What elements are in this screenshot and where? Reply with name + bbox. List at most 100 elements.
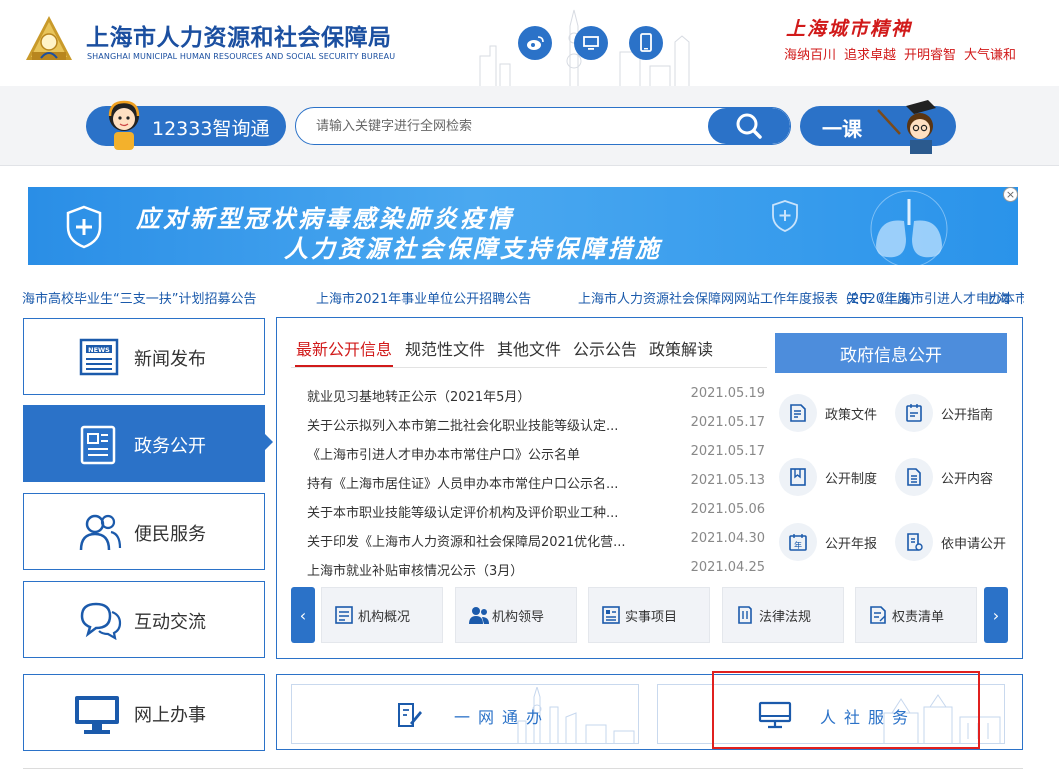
news-date: 2021.05.13	[690, 473, 765, 488]
apply-icon	[907, 533, 923, 551]
news-date: 2021.04.30	[690, 531, 765, 546]
gov-icon-wrap	[895, 458, 933, 496]
weibo-icon	[527, 36, 544, 50]
quick-link-leaders[interactable]: 机构领导	[455, 587, 577, 643]
search-button[interactable]	[708, 108, 790, 144]
gov-icon-wrap	[895, 394, 933, 432]
bureau-logo-icon[interactable]	[22, 14, 76, 68]
news-title[interactable]: 关于印发《上海市人力资源和社会保障局2021优化营...	[307, 531, 657, 550]
news-title[interactable]: 《上海市引进人才申办本市常住户口》公示名单	[307, 444, 657, 463]
covid-banner[interactable]: 应对新型冠状病毒感染肺炎疫情 人力资源社会保障支持保障措施	[28, 187, 1018, 265]
gov-info-disclosure-button[interactable]: 政府信息公开	[775, 333, 1007, 373]
desktop-button[interactable]	[574, 26, 608, 60]
service-label: 一网通办	[454, 708, 551, 727]
quick-link-label: 法律法规	[759, 610, 812, 625]
lungs-icon	[870, 190, 948, 265]
gov-icon-wrap	[779, 394, 817, 432]
gov-icon-wrap	[895, 523, 933, 561]
gov-item-label: 公开指南	[941, 408, 994, 423]
news-title[interactable]: 持有《上海市居住证》人员申办本市常住户口公示名...	[307, 473, 657, 492]
quick-link-org-overview[interactable]: 机构概况	[321, 587, 443, 643]
carousel-prev-button[interactable]: ‹	[291, 587, 315, 643]
nav-item-news[interactable]: NEWS 新闻发布	[23, 318, 265, 395]
news-date: 2021.04.25	[690, 560, 765, 575]
search-band: 12333智询通 一课	[0, 86, 1059, 166]
gov-item-label: 公开年报	[825, 537, 878, 552]
monitor-icon	[75, 696, 119, 734]
gov-icon-wrap	[779, 458, 817, 496]
assistant-mascot-icon	[108, 100, 140, 150]
nav-label: 网上办事	[134, 705, 206, 726]
content-icon	[907, 468, 921, 486]
site-title[interactable]: 上海市人力资源和社会保障局	[86, 18, 392, 52]
search-box	[295, 107, 791, 145]
tab-other-docs[interactable]: 其他文件	[497, 336, 561, 360]
nav-item-online-service[interactable]: 网上办事	[23, 674, 265, 751]
carousel-next-button[interactable]: ›	[984, 587, 1008, 643]
ticker-item[interactable]: 海市高校毕业生“三支一扶”计划招募公告	[22, 288, 256, 307]
banner-subheadline: 人力资源社会保障支持保障措施	[284, 235, 662, 263]
nav-item-interaction[interactable]: 互动交流	[23, 581, 265, 658]
shield-icon	[66, 205, 102, 249]
city-spirit-list: 海纳百川 追求卓越 开明睿智 大气谦和	[784, 44, 1016, 63]
teacher-mascot-icon	[877, 100, 936, 154]
site-title-en: SHANGHAI MUNICIPAL HUMAN RESOURCES AND S…	[87, 52, 396, 61]
gov-item-label: 依申请公开	[941, 537, 1007, 552]
news-date: 2021.05.17	[690, 444, 765, 459]
quick-link-responsibility-list[interactable]: 权责清单	[855, 587, 977, 643]
news-row[interactable]: 就业见习基地转正公示（2021年5月） 2021.05.19	[307, 386, 767, 408]
news-row[interactable]: 关于公示拟列入本市第二批社会化职业技能等级认定... 2021.05.17	[307, 415, 767, 437]
news-title[interactable]: 上海市就业补贴审核情况公示（3月）	[307, 560, 657, 579]
quick-link-projects[interactable]: 实事项目	[588, 587, 710, 643]
news-title[interactable]: 关于公示拟列入本市第二批社会化职业技能等级认定...	[307, 415, 657, 434]
ticker-item[interactable]: 上海	[984, 288, 1010, 307]
weibo-button[interactable]	[518, 26, 552, 60]
nav-label: 便民服务	[134, 524, 206, 545]
gov-item-apply-disclosure[interactable]: 依申请公开	[895, 523, 1007, 563]
service-one-network[interactable]: 一网通办	[291, 684, 639, 744]
banner-close-button[interactable]: ×	[1003, 187, 1018, 202]
ticker-item[interactable]: 上海市2021年事业单位公开招聘公告	[316, 288, 531, 307]
next-section-edge	[23, 768, 1023, 774]
tab-notices[interactable]: 公示公告	[573, 336, 637, 360]
info-panel: 最新公开信息 规范性文件 其他文件 公示公告 政策解读 就业见习基地转正公示（2…	[276, 317, 1023, 659]
nav-item-government-affairs[interactable]: 政务公开	[23, 405, 265, 482]
news-row[interactable]: 关于印发《上海市人力资源和社会保障局2021优化营... 2021.04.30	[307, 531, 767, 553]
mobile-button[interactable]	[629, 26, 663, 60]
gov-item-label: 公开内容	[941, 472, 994, 487]
news-row[interactable]: 《上海市引进人才申办本市常住户口》公示名单 2021.05.17	[307, 444, 767, 466]
svg-text:NEWS: NEWS	[88, 346, 110, 354]
course-label: 一课	[822, 117, 862, 141]
city-spirit-item: 大气谦和	[964, 48, 1017, 63]
tab-policy-interpretation[interactable]: 政策解读	[649, 336, 713, 360]
news-title[interactable]: 关于本市职业技能等级认定评价机构及评价职业工种...	[307, 502, 657, 521]
gov-item-content[interactable]: 公开内容	[895, 458, 1007, 498]
desktop-icon	[583, 36, 599, 50]
mobile-icon	[640, 33, 652, 52]
news-row[interactable]: 持有《上海市居住证》人员申办本市常住户口公示名... 2021.05.13	[307, 473, 767, 495]
nav-item-public-service[interactable]: 便民服务	[23, 493, 265, 570]
users-icon	[79, 514, 122, 551]
search-input[interactable]	[296, 108, 706, 144]
news-title[interactable]: 就业见习基地转正公示（2021年5月）	[307, 386, 657, 405]
news-row[interactable]: 上海市就业补贴审核情况公示（3月） 2021.04.25	[307, 560, 767, 582]
news-row[interactable]: 关于本市职业技能等级认定评价机构及评价职业工种... 2021.05.06	[307, 502, 767, 524]
gov-item-policy-files[interactable]: 政策文件	[779, 394, 891, 434]
gov-item-annual-report[interactable]: 年 公开年报	[779, 523, 891, 563]
search-icon	[736, 113, 762, 139]
quick-link-laws[interactable]: 法律法规	[722, 587, 844, 643]
chat-icon	[80, 602, 122, 640]
svg-text:年: 年	[794, 540, 802, 550]
project-icon	[602, 606, 620, 624]
city-spirit-title: 上海城市精神	[786, 18, 913, 40]
gov-item-guide[interactable]: 公开指南	[895, 394, 1007, 434]
law-icon	[738, 606, 752, 624]
tab-normative-docs[interactable]: 规范性文件	[405, 336, 485, 360]
gov-item-label: 公开制度	[825, 472, 878, 487]
gov-item-label: 政策文件	[825, 408, 878, 423]
city-spirit-item: 海纳百川	[784, 48, 837, 63]
leader-icon	[469, 607, 489, 624]
gov-item-system[interactable]: 公开制度	[779, 458, 891, 498]
list-icon	[870, 606, 886, 624]
tab-latest-info[interactable]: 最新公开信息	[296, 336, 392, 360]
